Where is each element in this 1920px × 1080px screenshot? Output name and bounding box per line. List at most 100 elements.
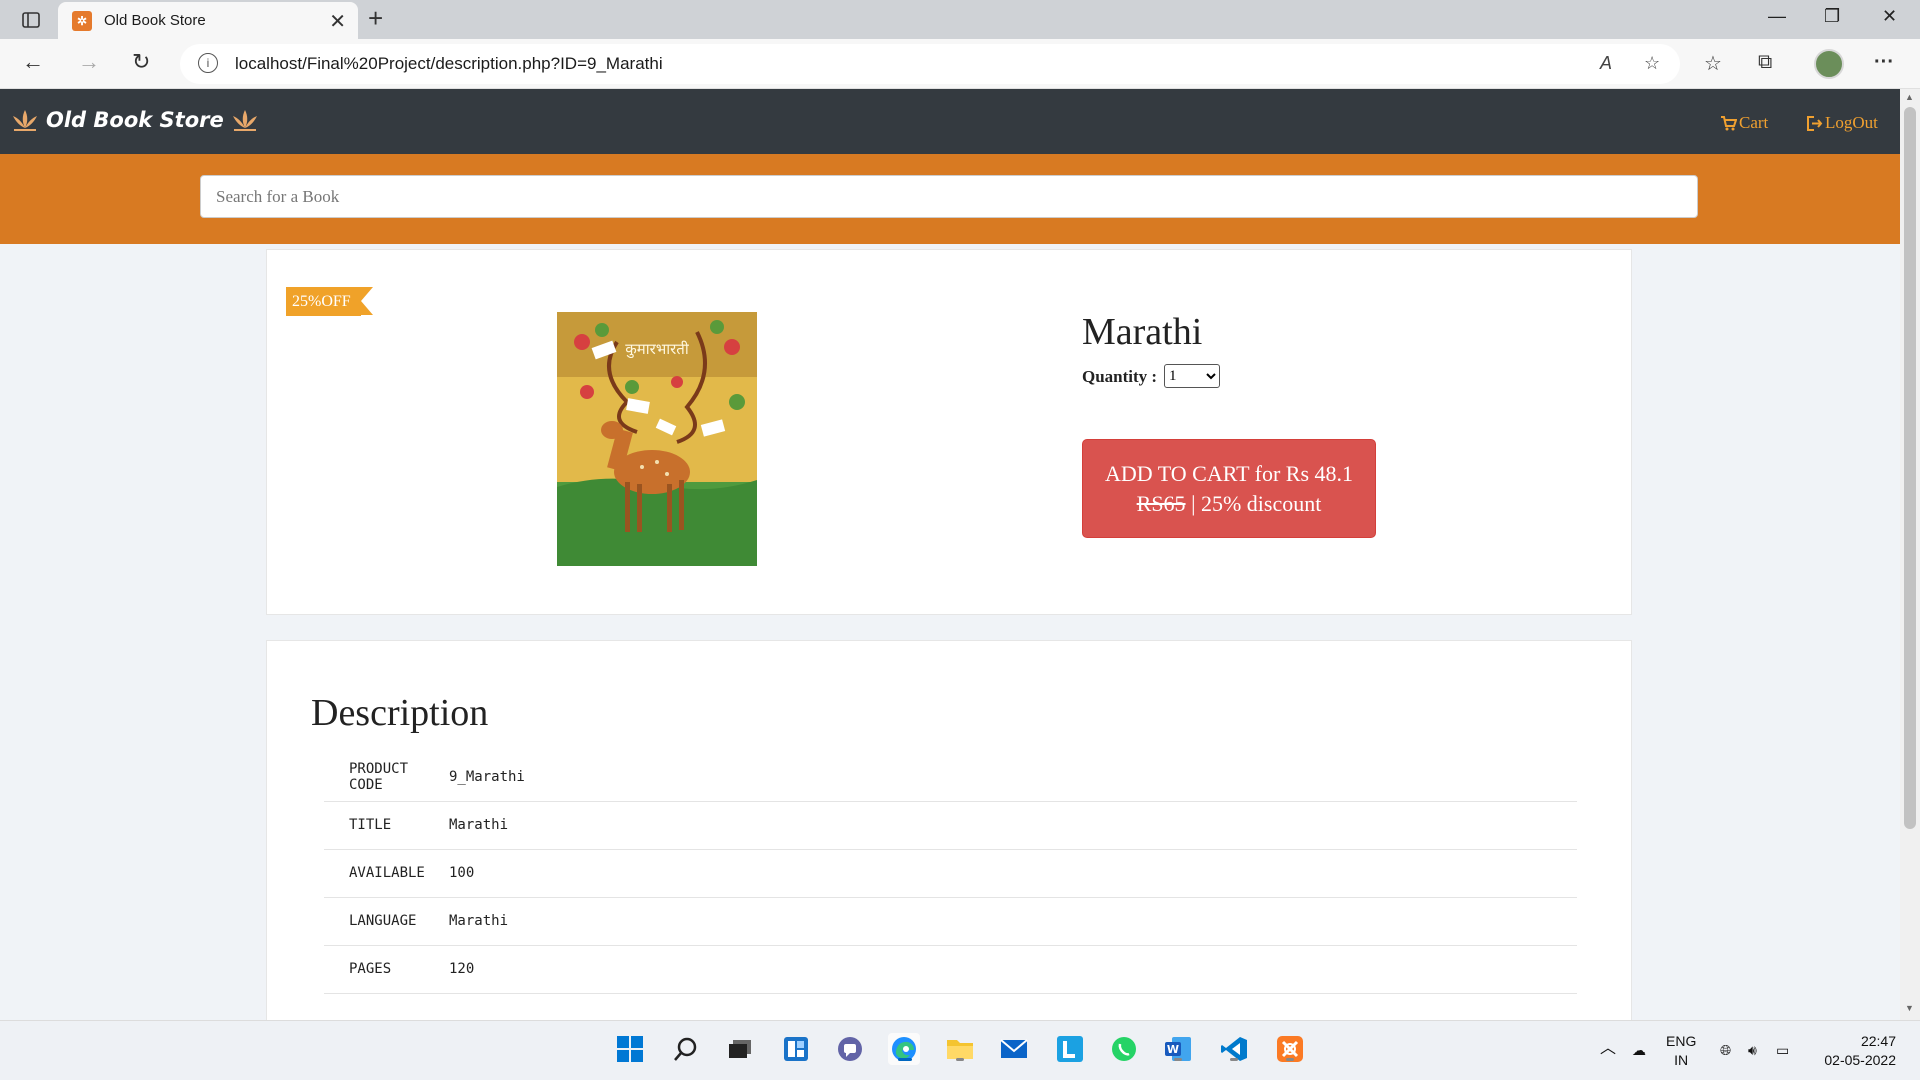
cover-title: कुमारभारती [625,340,690,359]
running-indicator [1174,1058,1182,1061]
network-icon[interactable]: 🌐︎ [1720,1041,1731,1060]
running-indicator [1230,1058,1238,1061]
mail-icon[interactable] [998,1033,1030,1065]
description-card: Description PRODUCT CODE 9_Marathi TITLE Ma… [266,640,1632,1020]
page-scrollbar[interactable]: ▲ ▼ [1900,89,1920,1020]
spec-value: 9_Marathi [449,768,525,785]
spec-row: TITLE Marathi [324,801,1577,849]
language-indicator[interactable]: ENG IN [1666,1032,1696,1070]
volume-icon[interactable]: 🔊︎ [1748,1041,1757,1060]
collections-icon[interactable]: ⧉ [1758,51,1772,74]
start-icon[interactable] [614,1033,646,1065]
refresh-icon[interactable]: ↻ [132,49,150,75]
onedrive-icon[interactable]: ☁ [1632,1041,1646,1060]
running-indicator [956,1058,964,1061]
clock-time: 22:47 [1860,1033,1896,1049]
old-price: RS65 [1136,491,1186,516]
cart-link[interactable]: Cart [1720,113,1768,133]
cart-icon [1721,115,1737,130]
price-discount-line: RS65 | 25% discount [1083,489,1375,519]
description-heading: Description [311,692,489,734]
window-close-icon[interactable]: ✕ [1882,6,1897,27]
read-aloud-icon[interactable]: A [1600,53,1612,74]
browser-tab-bar: ✲ Old Book Store ✕ + — ❐ ✕ [0,0,1920,39]
logout-icon [1807,115,1823,131]
spec-row: LANGUAGE Marathi [324,897,1577,945]
spec-table: PRODUCT CODE 9_Marathi TITLE Marathi AVAILAB… [324,753,1577,994]
favorites-icon[interactable]: ☆ [1704,51,1722,76]
task-view-icon[interactable] [724,1033,756,1065]
spec-value: Marathi [449,913,509,929]
svg-text:W: W [1167,1043,1179,1056]
show-hidden-icons[interactable]: ︿ [1600,1039,1616,1058]
logout-label: LogOut [1825,113,1878,132]
file-explorer-icon[interactable] [944,1033,976,1065]
active-indicator [898,1058,912,1061]
clock-date: 02-05-2022 [1824,1052,1896,1068]
add-favorite-icon[interactable]: ☆ [1644,53,1660,74]
spec-key: TITLE [349,817,392,833]
new-tab-icon[interactable]: + [368,3,383,34]
search-icon[interactable] [670,1033,702,1065]
lang-line2: IN [1674,1052,1689,1068]
word-icon[interactable]: W [1162,1033,1194,1065]
discount-text: | 25% discount [1185,491,1322,516]
book-cover-image[interactable]: कुमारभारती [557,312,757,566]
restore-icon[interactable]: ❐ [1824,6,1840,27]
back-icon[interactable]: ← [22,49,44,75]
scrollbar-thumb[interactable] [1904,107,1916,829]
profile-avatar[interactable] [1814,49,1844,79]
widgets-icon[interactable] [780,1033,812,1065]
scroll-up-icon[interactable]: ▲ [1905,92,1914,102]
battery-icon[interactable]: ▭ [1776,1041,1789,1060]
clock[interactable]: 22:47 02-05-2022 [1816,1032,1896,1070]
quantity-label: Quantity : [1082,367,1158,386]
spec-value: 100 [449,865,475,881]
cart-label: Cart [1739,113,1769,132]
web-page: Old Book Store Cart LogOut 25%OFF [0,89,1900,1020]
spec-row: AVAILABLE 100 [324,849,1577,897]
book-search-input[interactable] [200,175,1698,218]
lang-line1: ENG [1666,1033,1697,1049]
logout-link[interactable]: LogOut [1806,113,1878,133]
lotus-icon [230,107,260,133]
vscode-icon[interactable] [1218,1033,1250,1065]
add-to-cart-label: ADD TO CART for Rs 48.1 [1104,461,1354,486]
minimize-icon[interactable]: — [1768,6,1786,27]
product-title: Marathi [1082,311,1203,353]
spec-value: Marathi [449,817,509,833]
xampp-icon[interactable] [1274,1033,1306,1065]
scroll-down-icon[interactable]: ▼ [1905,1003,1914,1013]
spec-key: LANGUAGE [349,913,417,929]
address-bar: ← → ↻ i localhost/Final%20Project/descri… [0,39,1920,89]
more-menu-icon[interactable]: ··· [1874,51,1894,74]
discount-badge: 25%OFF [286,287,373,316]
quantity-select[interactable]: 1 [1164,364,1220,388]
tab-actions-icon[interactable] [14,8,48,32]
add-to-cart-button[interactable]: ADD TO CART for Rs 48.1 RS65 | 25% disco… [1082,439,1376,538]
url-field[interactable]: i localhost/Final%20Project/description.… [180,44,1680,84]
site-navbar: Old Book Store Cart LogOut [0,89,1900,154]
whatsapp-icon[interactable] [1108,1033,1140,1065]
lotus-icon [10,107,40,133]
spec-row: PAGES 120 [324,945,1577,993]
forward-icon[interactable]: → [78,49,100,75]
windows-taskbar: W ︿ ☁ ENG IN 🌐︎ 🔊︎ ▭ 22:47 02-05-2022 [0,1020,1920,1080]
edge-browser-icon[interactable] [888,1033,920,1065]
product-card: 25%OFF कुमारभारती Marathi Quantity: 1 A… [266,249,1632,615]
xampp-favicon-icon: ✲ [72,11,92,31]
site-info-icon[interactable]: i [198,53,218,73]
browser-tab[interactable]: ✲ Old Book Store ✕ [58,2,358,39]
tab-close-icon[interactable]: ✕ [329,9,346,34]
brand-logo[interactable]: Old Book Store [10,107,260,133]
spec-key: PRODUCT CODE [349,760,409,793]
running-indicator [1286,1058,1294,1061]
search-band [0,154,1900,244]
brand-name: Old Book Store [46,108,224,132]
spec-row: PRODUCT CODE 9_Marathi [324,753,1577,801]
spec-value: 120 [449,961,475,977]
l-app-icon[interactable] [1054,1033,1086,1065]
spec-key: AVAILABLE [349,865,425,881]
spec-key: PAGES [349,961,392,977]
teams-chat-icon[interactable] [834,1033,866,1065]
